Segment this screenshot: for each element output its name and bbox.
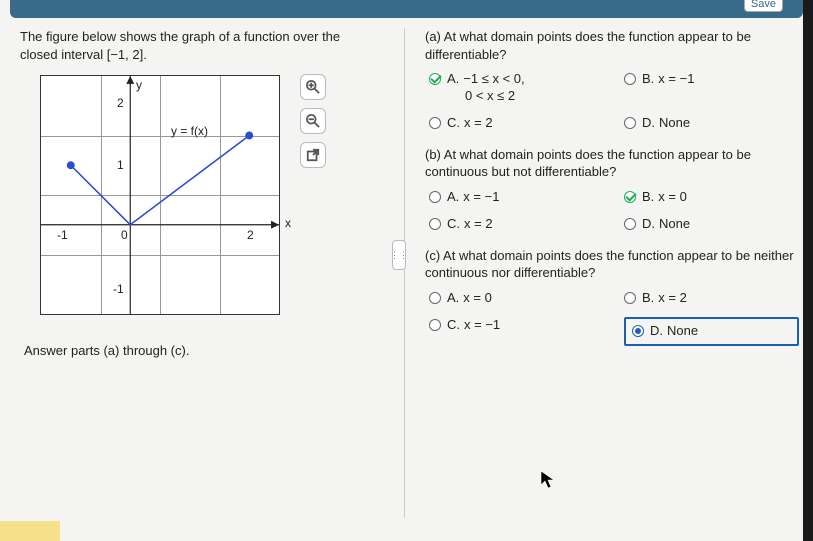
choice-label: B.x = 0 (642, 189, 687, 206)
left-panel: The figure below shows the graph of a fu… (20, 28, 390, 518)
choice-a-D[interactable]: D.None (624, 115, 799, 132)
choice-label: B.x = −1 (642, 71, 694, 88)
save-button[interactable]: Save (744, 0, 783, 12)
choice-a-C[interactable]: C.x = 2 (429, 115, 604, 132)
choice-b-C[interactable]: C.x = 2 (429, 216, 604, 233)
cursor-icon (540, 470, 556, 495)
radio-icon[interactable] (624, 73, 636, 85)
choice-label: C.x = 2 (447, 115, 493, 132)
choice-label: D.None (642, 115, 690, 132)
radio-icon[interactable] (429, 292, 441, 304)
zoom-in-icon[interactable] (300, 74, 326, 100)
x-axis-label: x (285, 216, 291, 230)
choice-label: A.x = 0 (447, 290, 492, 307)
radio-icon[interactable] (624, 191, 636, 203)
choice-label: A.−1 ≤ x < 0, 0 < x ≤ 2 (447, 71, 525, 105)
zoom-out-icon[interactable] (300, 108, 326, 134)
choice-c-D[interactable]: D.None (624, 317, 799, 346)
part-b-prompt: (b) At what domain points does the funct… (425, 146, 799, 181)
divider-handle-icon[interactable]: ⋮⋮ (392, 240, 406, 270)
part-c: (c) At what domain points does the funct… (425, 247, 799, 346)
part-b: (b) At what domain points does the funct… (425, 146, 799, 233)
tick-y-1: 1 (117, 158, 124, 172)
plot-svg (41, 76, 279, 314)
choice-label: D.None (650, 323, 698, 340)
function-label: y = f(x) (171, 124, 208, 138)
choice-label: C.x = 2 (447, 216, 493, 233)
answer-instruction: Answer parts (a) through (c). (24, 343, 390, 358)
graph: y x 2 1 -1 0 2 -1 y = f(x) (40, 75, 280, 315)
part-a-prompt: (a) At what domain points does the funct… (425, 28, 799, 63)
choice-label: B.x = 2 (642, 290, 687, 307)
radio-icon[interactable] (429, 218, 441, 230)
choice-b-D[interactable]: D.None (624, 216, 799, 233)
tick-y-2: 2 (117, 96, 124, 110)
tick-x-neg1: -1 (57, 228, 68, 242)
choice-b-A[interactable]: A.x = −1 (429, 189, 604, 206)
radio-icon[interactable] (429, 117, 441, 129)
part-c-prompt: (c) At what domain points does the funct… (425, 247, 799, 282)
popout-icon[interactable] (300, 142, 326, 168)
choice-b-B[interactable]: B.x = 0 (624, 189, 799, 206)
choice-c-B[interactable]: B.x = 2 (624, 290, 799, 307)
radio-icon[interactable] (624, 292, 636, 304)
radio-icon[interactable] (429, 319, 441, 331)
choice-label: C.x = −1 (447, 317, 500, 334)
radio-icon[interactable] (429, 191, 441, 203)
tick-origin: 0 (121, 228, 128, 242)
choice-a-A[interactable]: A.−1 ≤ x < 0, 0 < x ≤ 2 (429, 71, 604, 105)
radio-icon[interactable] (429, 73, 441, 85)
graph-tools (300, 74, 326, 168)
radio-icon[interactable] (624, 117, 636, 129)
y-axis-label: y (136, 78, 142, 92)
part-a: (a) At what domain points does the funct… (425, 28, 799, 132)
tick-y-neg1: -1 (113, 282, 124, 296)
radio-icon[interactable] (624, 218, 636, 230)
panel-divider (404, 28, 405, 518)
radio-icon[interactable] (632, 325, 644, 337)
right-panel: (a) At what domain points does the funct… (419, 28, 799, 518)
right-edge (803, 0, 813, 541)
choice-a-B[interactable]: B.x = −1 (624, 71, 799, 105)
tick-x-2: 2 (247, 228, 254, 242)
question-stem: The figure below shows the graph of a fu… (20, 28, 390, 63)
bottom-left-highlight (0, 521, 60, 541)
choice-label: A.x = −1 (447, 189, 499, 206)
choice-c-C[interactable]: C.x = −1 (429, 317, 604, 346)
choice-c-A[interactable]: A.x = 0 (429, 290, 604, 307)
top-bar: Save (10, 0, 803, 18)
choice-label: D.None (642, 216, 690, 233)
